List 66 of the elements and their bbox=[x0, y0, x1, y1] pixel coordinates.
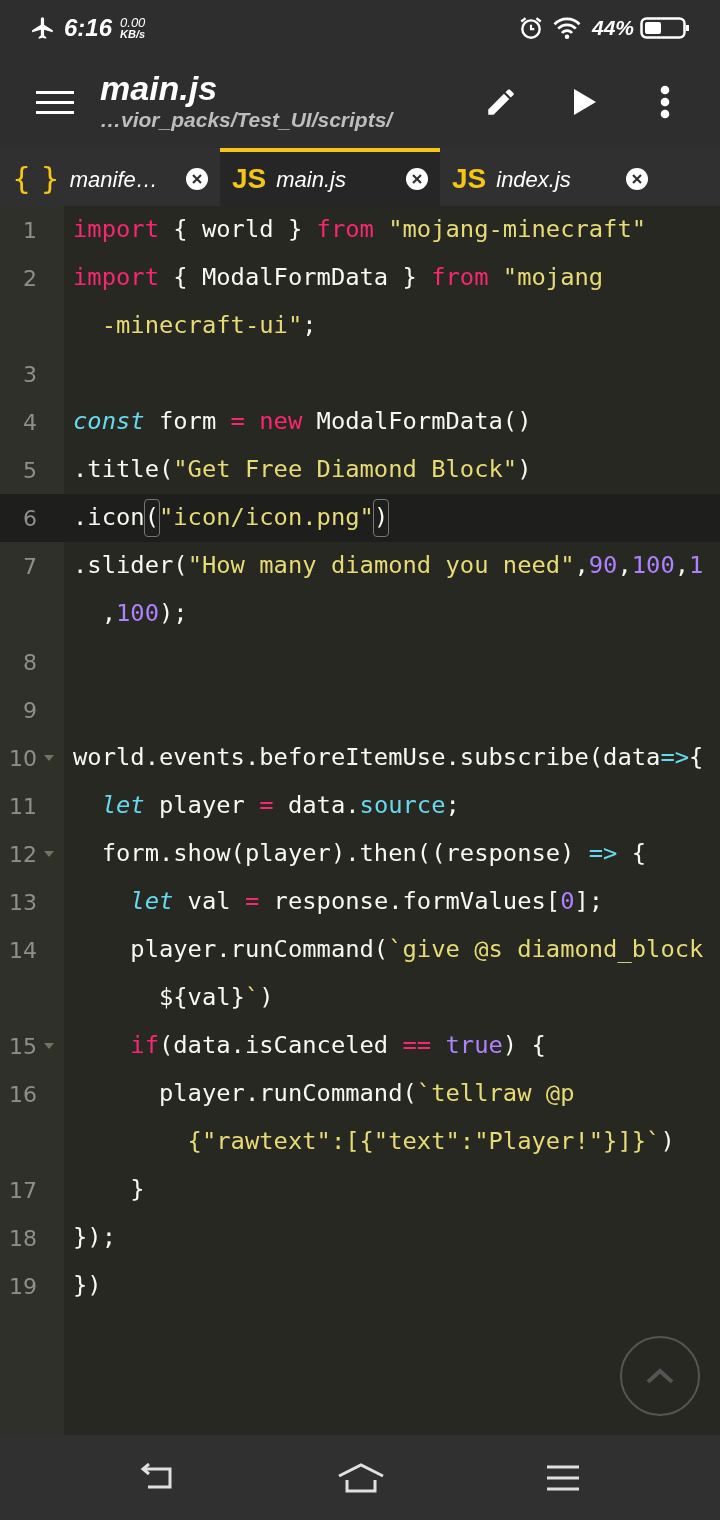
code-line: import { world } from "mojang-minecraft" bbox=[72, 214, 647, 246]
code-line: player.runCommand(`tellraw @p bbox=[157, 1078, 575, 1110]
line-number: 10 bbox=[9, 744, 37, 773]
close-icon[interactable] bbox=[186, 168, 208, 190]
menu-icon[interactable] bbox=[36, 90, 74, 114]
js-icon: JS bbox=[232, 165, 267, 193]
file-title: main.js bbox=[100, 70, 219, 105]
file-tab[interactable]: JS main.js bbox=[220, 148, 440, 206]
close-icon[interactable] bbox=[406, 168, 428, 190]
line-number: 4 bbox=[23, 408, 37, 437]
code-line: world.events.beforeItemUse.subscribe(data=>{ bbox=[72, 742, 704, 774]
code-line: let player = data.source; bbox=[100, 790, 460, 822]
line-number: 3 bbox=[23, 360, 37, 389]
wifi-icon bbox=[551, 15, 582, 41]
code-line: ${val}`) bbox=[157, 982, 274, 1014]
line-number: 13 bbox=[9, 888, 37, 917]
code-line: let val = response.formValues[0]; bbox=[129, 886, 604, 918]
code-line: .title("Get Free Diamond Block") bbox=[72, 454, 532, 486]
line-number: 16 bbox=[9, 1080, 37, 1109]
line-number: 8 bbox=[23, 648, 37, 677]
airplane-icon bbox=[30, 15, 56, 41]
code-line: .slider("How many diamond you need",90,100,1 bbox=[72, 550, 704, 582]
close-icon[interactable] bbox=[626, 168, 648, 190]
code-line: }); bbox=[72, 1222, 116, 1254]
line-number: 18 bbox=[9, 1224, 37, 1253]
clock-time: 6:16 bbox=[64, 13, 113, 43]
more-options-icon[interactable] bbox=[660, 85, 670, 119]
line-number: 9 bbox=[23, 696, 37, 725]
braces-icon: { } bbox=[12, 164, 60, 194]
fold-arrow-icon[interactable] bbox=[44, 851, 54, 857]
code-line: .icon("icon/icon.png") bbox=[64, 494, 389, 542]
file-tab[interactable]: JS index.js bbox=[440, 148, 660, 206]
line-number: 17 bbox=[9, 1176, 37, 1205]
code-line: const form = new ModalFormData() bbox=[72, 406, 532, 438]
code-line: player.runCommand(`give @s diamond_block bbox=[129, 934, 704, 966]
file-tab[interactable]: { } manife… bbox=[0, 148, 220, 206]
code-line: {"rawtext":[{"text":"Player!"}]}`) bbox=[186, 1126, 675, 1158]
fold-arrow-icon[interactable] bbox=[44, 755, 54, 761]
code-line: import { ModalFormData } from "mojang bbox=[72, 262, 604, 294]
line-number: 2 bbox=[23, 264, 37, 293]
line-number: 6 bbox=[23, 504, 37, 533]
line-number: 7 bbox=[23, 552, 37, 581]
recent-apps-icon[interactable] bbox=[545, 1463, 580, 1492]
battery-icon bbox=[640, 16, 690, 40]
line-number: 5 bbox=[23, 456, 37, 485]
line-number: 19 bbox=[9, 1272, 37, 1301]
battery-percent: 44% bbox=[591, 15, 634, 42]
speed-unit: KB/s bbox=[120, 29, 146, 40]
run-icon[interactable] bbox=[572, 87, 598, 117]
js-icon: JS bbox=[452, 165, 487, 193]
code-line: -minecraft-ui"; bbox=[100, 310, 317, 342]
chevron-up-icon bbox=[645, 1367, 675, 1385]
code-line: }) bbox=[72, 1270, 102, 1302]
fold-arrow-icon[interactable] bbox=[44, 1043, 54, 1049]
code-line: } bbox=[129, 1174, 145, 1206]
line-number: 1 bbox=[23, 216, 37, 245]
code-line: ,100); bbox=[100, 598, 188, 630]
home-icon[interactable] bbox=[337, 1461, 385, 1494]
line-number: 15 bbox=[9, 1032, 37, 1061]
line-number: 14 bbox=[9, 936, 37, 965]
code-line: form.show(player).then((response) => { bbox=[100, 838, 647, 870]
line-number: 12 bbox=[9, 840, 37, 869]
line-number: 11 bbox=[9, 792, 37, 821]
file-path: …vior_packs/Test_UI/scripts/ bbox=[100, 107, 393, 133]
network-speed: 0.00 bbox=[120, 16, 146, 29]
code-line: if(data.isCanceled == true) { bbox=[129, 1030, 546, 1062]
